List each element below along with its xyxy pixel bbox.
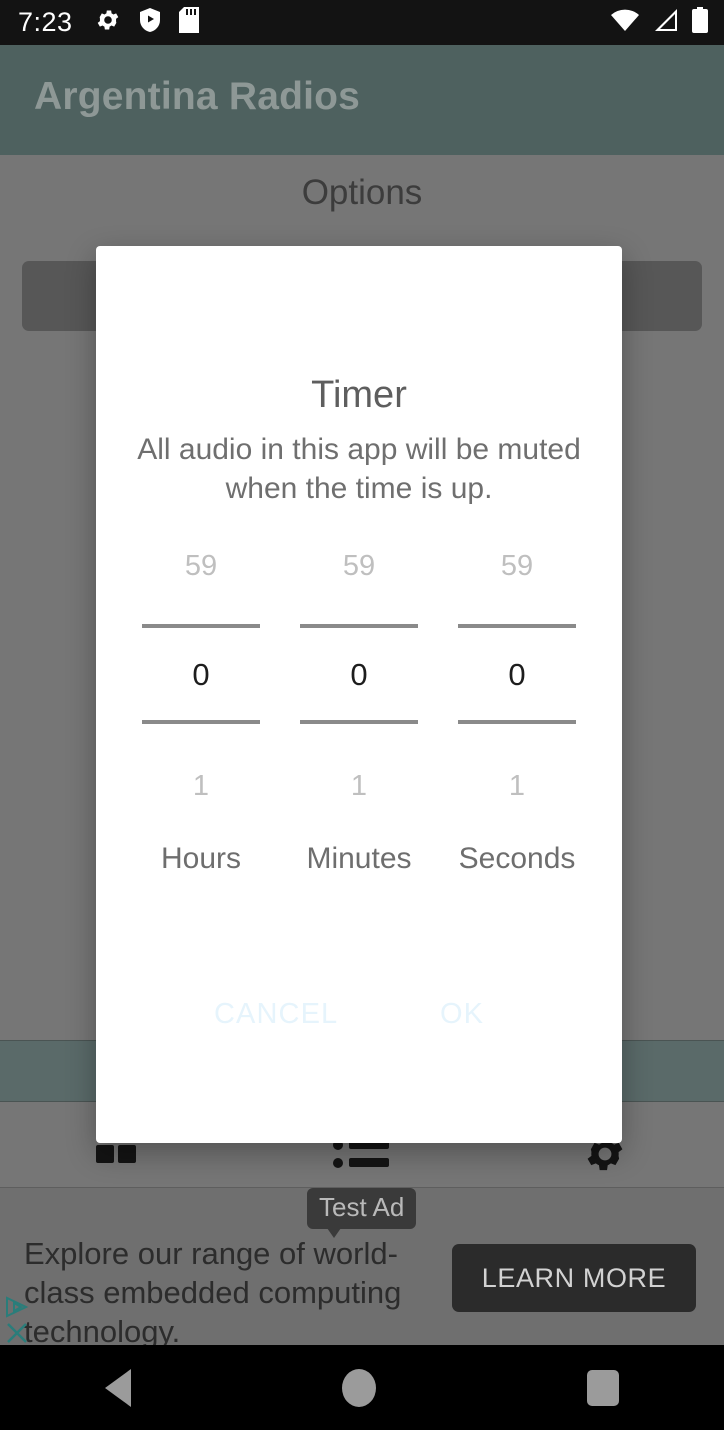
minutes-picker-label: Minutes bbox=[306, 842, 412, 875]
ad-text: Explore our range of world-class embedde… bbox=[24, 1236, 402, 1349]
seconds-picker-bottom-divider bbox=[458, 720, 576, 724]
android-nav-bar bbox=[0, 1345, 724, 1430]
time-pickers: 59 0 1 Hours 59 0 1 Minutes 59 0 1 Secon… bbox=[122, 542, 596, 912]
phone-screen: 7:23 Argentina Radios Options Explore ou… bbox=[0, 0, 724, 1430]
hours-picker[interactable]: 59 0 1 Hours bbox=[122, 542, 280, 912]
seconds-picker[interactable]: 59 0 1 Seconds bbox=[438, 542, 596, 912]
seconds-picker-prev-value[interactable]: 59 bbox=[438, 552, 596, 581]
app-title: Argentina Radios bbox=[34, 75, 361, 118]
seconds-picker-top-divider bbox=[458, 624, 576, 628]
cancel-button[interactable]: CANCEL bbox=[214, 986, 338, 1042]
hours-picker-bottom-divider bbox=[142, 720, 260, 724]
seconds-picker-label: Seconds bbox=[458, 842, 576, 875]
dialog-title: Timer bbox=[311, 374, 407, 416]
minutes-picker-value[interactable]: 0 bbox=[280, 659, 438, 690]
options-header-label: Options bbox=[301, 172, 423, 212]
recents-square-icon[interactable] bbox=[586, 1369, 619, 1406]
seconds-picker-value[interactable]: 0 bbox=[438, 659, 596, 690]
hours-picker-value[interactable]: 0 bbox=[122, 659, 280, 690]
sd-card-icon bbox=[178, 7, 199, 38]
minutes-picker-top-divider bbox=[300, 624, 418, 628]
seconds-picker-next-value[interactable]: 1 bbox=[438, 772, 596, 801]
minutes-picker-prev-value[interactable]: 59 bbox=[280, 552, 438, 581]
home-circle-icon[interactable] bbox=[341, 1368, 376, 1407]
learn-more-button[interactable]: LEARN MORE bbox=[452, 1244, 696, 1312]
options-header: Options bbox=[0, 155, 724, 230]
hours-picker-prev-value[interactable]: 59 bbox=[122, 552, 280, 581]
hours-picker-next-value[interactable]: 1 bbox=[122, 772, 280, 801]
minutes-picker[interactable]: 59 0 1 Minutes bbox=[280, 542, 438, 912]
dialog-actions: CANCEL OK bbox=[96, 986, 622, 1056]
test-ad-badge: Test Ad bbox=[307, 1188, 417, 1238]
status-bar-clock: 7:23 bbox=[18, 7, 73, 37]
back-triangle-icon[interactable] bbox=[105, 1368, 132, 1407]
wifi-icon bbox=[610, 8, 640, 37]
dialog-message: All audio in this app will be muted when… bbox=[137, 433, 581, 505]
gear-icon bbox=[95, 7, 121, 38]
battery-icon bbox=[692, 7, 708, 38]
ok-button[interactable]: OK bbox=[440, 986, 484, 1042]
minutes-picker-bottom-divider bbox=[300, 720, 418, 724]
status-bar-right-icons bbox=[610, 7, 708, 38]
grid-icon[interactable] bbox=[96, 1139, 140, 1174]
hours-picker-label: Hours bbox=[160, 842, 242, 875]
minutes-picker-next-value[interactable]: 1 bbox=[280, 772, 438, 801]
app-bar: Argentina Radios bbox=[0, 45, 724, 155]
shield-play-icon bbox=[138, 7, 162, 38]
hours-picker-top-divider bbox=[142, 624, 260, 628]
timer-dialog: Timer All audio in this app will be mute… bbox=[96, 246, 622, 1143]
status-bar-left-icons bbox=[95, 7, 199, 38]
cellular-signal-icon bbox=[653, 8, 679, 37]
status-bar: 7:23 bbox=[0, 0, 724, 45]
